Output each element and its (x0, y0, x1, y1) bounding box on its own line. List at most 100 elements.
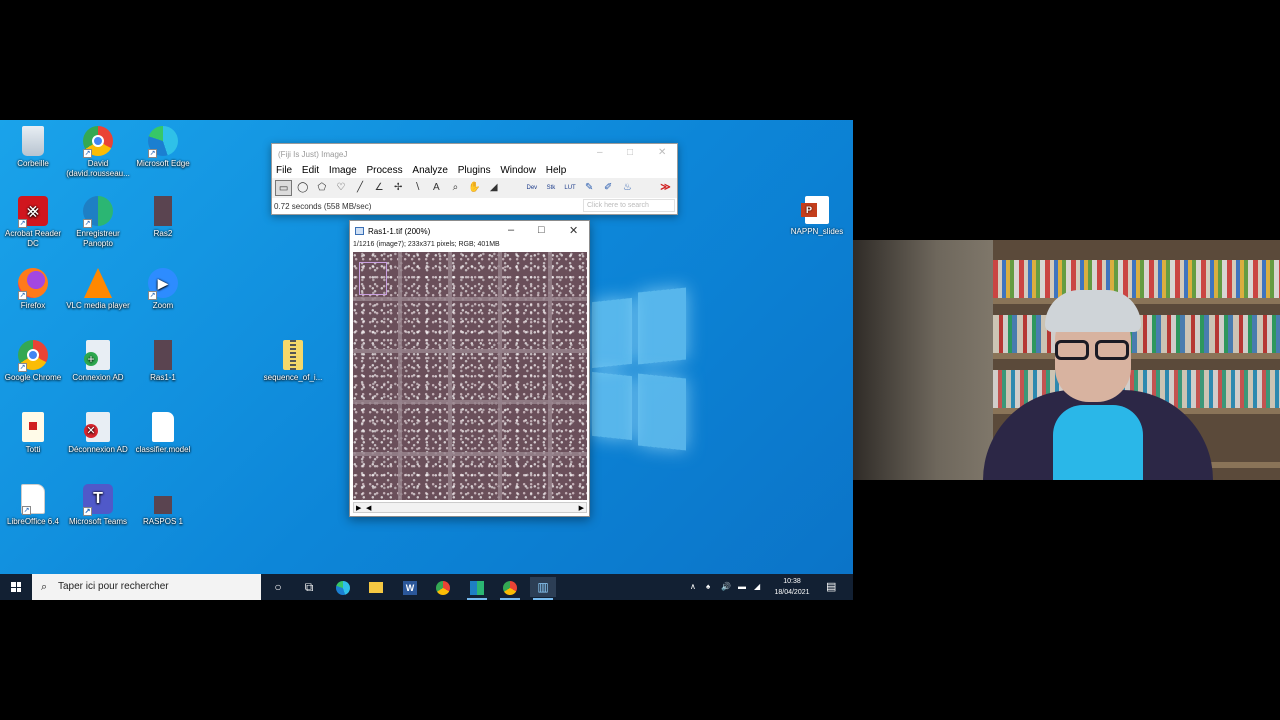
desktop-icon-teams[interactable]: T ↗ Microsoft Teams (65, 484, 131, 527)
desktop-icon-connexion-ad[interactable]: + Connexion AD (65, 340, 131, 383)
rectangle-tool-icon[interactable]: ▭ (275, 180, 293, 196)
windows-logo-wallpaper (592, 287, 686, 451)
desktop-icon-label: NAPPN_slides (790, 227, 844, 236)
taskbar-search[interactable]: ⌕ Taper ici pour rechercher (32, 574, 261, 600)
desktop-icon-label: Acrobat Reader DC (4, 229, 62, 248)
desktop-icon-nappn-slides[interactable]: P NAPPN_slides (790, 196, 844, 236)
word-icon[interactable]: W (397, 577, 423, 597)
maximize-button[interactable]: □ (538, 224, 545, 236)
flood-fill-tool-icon[interactable]: ♨ (619, 180, 636, 196)
cortana-icon[interactable]: ○ (265, 577, 291, 597)
volume-icon[interactable]: 🔊 (721, 574, 731, 600)
oval-tool-icon[interactable]: ◯ (294, 180, 311, 196)
menu-image[interactable]: Image (329, 164, 357, 178)
clock-time: 10:38 (783, 578, 801, 585)
desktop-icon-label: Connexion AD (72, 373, 124, 382)
magnifier-tool-icon[interactable]: ⌕ (447, 180, 464, 196)
dev-tool-button[interactable]: Dev (523, 180, 540, 196)
menu-window[interactable]: Window (500, 164, 536, 178)
chrome-taskbar-icon[interactable] (430, 577, 456, 597)
image-canvas[interactable] (353, 252, 587, 500)
desktop-icon-ras2[interactable]: Ras2 (130, 196, 196, 239)
stack-slider[interactable]: ▶ ◀ ▶ (353, 502, 587, 513)
edge-taskbar-icon[interactable] (330, 577, 356, 597)
network-icon[interactable]: ◢ (754, 574, 760, 600)
desktop-icon-edge[interactable]: ↗ Microsoft Edge (130, 126, 196, 169)
image-thumbnail-icon (154, 340, 172, 370)
start-button[interactable] (0, 574, 32, 600)
stk-tool-button[interactable]: Stk (542, 180, 559, 196)
desktop-icon-chrome-profile[interactable]: ↗ David (david.rousseau... (65, 126, 131, 179)
desktop-icon-classifier[interactable]: classifier.model (130, 412, 196, 455)
wand-tool-icon[interactable]: ∖ (409, 180, 426, 196)
menu-analyze[interactable]: Analyze (412, 164, 448, 178)
chrome-profile-taskbar-icon[interactable] (497, 577, 523, 600)
scroll-left-icon[interactable]: ◀ (366, 504, 371, 512)
menu-help[interactable]: Help (546, 164, 567, 178)
freehand-tool-icon[interactable]: ♡ (332, 180, 349, 196)
desktop-icon-panopto[interactable]: ↗ Enregistreur Panopto (65, 196, 131, 249)
close-button[interactable]: ✕ (658, 147, 666, 158)
selection-roi[interactable] (359, 262, 387, 295)
desktop-icon-libreoffice[interactable]: ↗ LibreOffice 6.4 (0, 484, 66, 527)
desktop-icon-label: Firefox (20, 301, 46, 310)
acrobat-reader-icon: ⨳ ↗ (18, 196, 48, 228)
desktop-icon-ras1-1[interactable]: Ras1-1 (130, 340, 196, 383)
panopto-taskbar-icon[interactable] (464, 577, 490, 600)
text-tool-icon[interactable]: A (428, 180, 445, 196)
desktop-icon-label: Ras2 (153, 229, 173, 238)
battery-icon[interactable]: ▬ (738, 574, 746, 600)
taskbar-search-placeholder: Taper ici pour rechercher (58, 581, 169, 592)
image-window[interactable]: Ras1-1.tif (200%) – □ ✕ 1/1216 (image7);… (349, 220, 590, 517)
menu-process[interactable]: Process (367, 164, 403, 178)
polygon-tool-icon[interactable]: ⬠ (313, 180, 330, 196)
desktop-icon-vlc[interactable]: VLC media player (65, 268, 131, 311)
menu-file[interactable]: File (276, 164, 292, 178)
scroll-right-icon[interactable]: ▶ (579, 504, 584, 512)
color-picker-icon[interactable]: ◢ (485, 180, 502, 196)
close-button[interactable]: ✕ (569, 224, 578, 237)
desktop-icon-label: Ras1-1 (150, 373, 176, 382)
teams-icon: T ↗ (83, 484, 113, 516)
angle-tool-icon[interactable]: ∠ (371, 180, 388, 196)
menu-plugins[interactable]: Plugins (458, 164, 491, 178)
desktop-icon-label: RASPOS 1 (142, 517, 183, 526)
desktop-icon-label: Déconnexion AD (68, 445, 128, 454)
desktop-icon-recycle-bin[interactable]: Corbeille (0, 126, 66, 169)
chrome-profile-icon: ↗ (83, 126, 113, 158)
minimize-button[interactable]: – (508, 224, 514, 236)
menu-edit[interactable]: Edit (302, 164, 319, 178)
desktop-icon-chrome[interactable]: ↗ Google Chrome (0, 340, 66, 383)
desktop-icon-zoom[interactable]: ▶ ↗ Zoom (130, 268, 196, 311)
show-hidden-icons[interactable]: ∧ (690, 574, 696, 600)
desktop-icon-raspos[interactable]: RASPOS 1 (130, 484, 196, 527)
line-tool-icon[interactable]: ╱ (351, 180, 368, 196)
image-window-titlebar[interactable]: Ras1-1.tif (200%) – □ ✕ (350, 221, 589, 241)
file-explorer-icon[interactable] (363, 577, 389, 597)
desktop-icon-acrobat[interactable]: ⨳ ↗ Acrobat Reader DC (0, 196, 66, 249)
play-icon[interactable]: ▶ (356, 504, 361, 512)
edge-icon: ↗ (148, 126, 178, 158)
fiji-search-field[interactable]: Click here to search (583, 199, 675, 212)
desktop-icon-firefox[interactable]: ↗ Firefox (0, 268, 66, 311)
desktop-icon-deconnexion-ad[interactable]: ✕ Déconnexion AD (65, 412, 131, 455)
fiji-taskbar-icon[interactable]: ▥ (530, 577, 556, 600)
fiji-toolbar: ▭ ◯ ⬠ ♡ ╱ ∠ ✢ ∖ A ⌕ ✋ ◢ Dev Stk LUT ✎ ✐ … (272, 178, 677, 198)
fiji-main-window[interactable]: (Fiji Is Just) ImageJ – □ ✕ File Edit Im… (271, 143, 678, 215)
desktop-icon-sequence[interactable]: sequence_of_i... (260, 340, 326, 383)
more-tools-icon[interactable]: ≫ (657, 180, 674, 196)
hand-tool-icon[interactable]: ✋ (466, 180, 483, 196)
fiji-titlebar[interactable]: (Fiji Is Just) ImageJ – □ ✕ (272, 144, 677, 164)
maximize-button[interactable]: □ (627, 147, 633, 158)
desktop-icon-totti[interactable]: Totti (0, 412, 66, 455)
notifications-icon[interactable]: ▤ (826, 574, 836, 600)
taskbar-clock[interactable]: 10:38 18/04/2021 (766, 576, 818, 598)
pencil-tool-icon[interactable]: ✎ (581, 180, 598, 196)
point-tool-icon[interactable]: ✢ (390, 180, 407, 196)
task-view-icon[interactable]: ⧉ (296, 577, 322, 597)
microphone-icon[interactable]: ♠ (706, 574, 710, 600)
minimize-button[interactable]: – (597, 147, 603, 158)
lut-tool-button[interactable]: LUT (562, 180, 579, 196)
brush-tool-icon[interactable]: ✐ (600, 180, 617, 196)
